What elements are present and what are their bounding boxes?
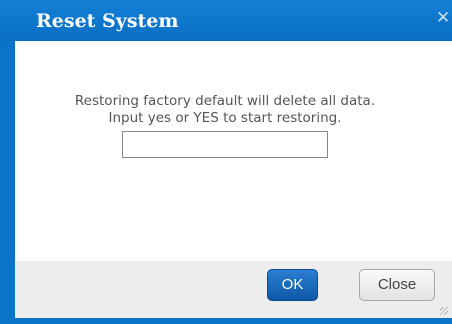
- resize-grip-icon[interactable]: [440, 307, 448, 315]
- dialog-content: Restoring factory default will delete al…: [15, 41, 452, 261]
- close-button[interactable]: Close: [359, 269, 435, 301]
- reset-system-dialog: Reset System ✕ Restoring factory default…: [0, 0, 452, 324]
- warning-line-1: Restoring factory default will delete al…: [74, 93, 376, 109]
- dialog-footer: OK Close: [15, 261, 452, 318]
- ok-button[interactable]: OK: [267, 269, 318, 301]
- close-icon[interactable]: ✕: [436, 8, 452, 28]
- confirm-yes-input[interactable]: [122, 131, 328, 158]
- warning-line-2: Input yes or YES to start restoring.: [108, 110, 342, 126]
- dialog-titlebar[interactable]: Reset System ✕: [0, 0, 452, 41]
- dialog-title: Reset System: [36, 10, 179, 32]
- reset-warning-message: Restoring factory default will delete al…: [15, 93, 435, 127]
- dialog-frame-bottom: [0, 318, 452, 324]
- dialog-frame-left: [0, 41, 15, 324]
